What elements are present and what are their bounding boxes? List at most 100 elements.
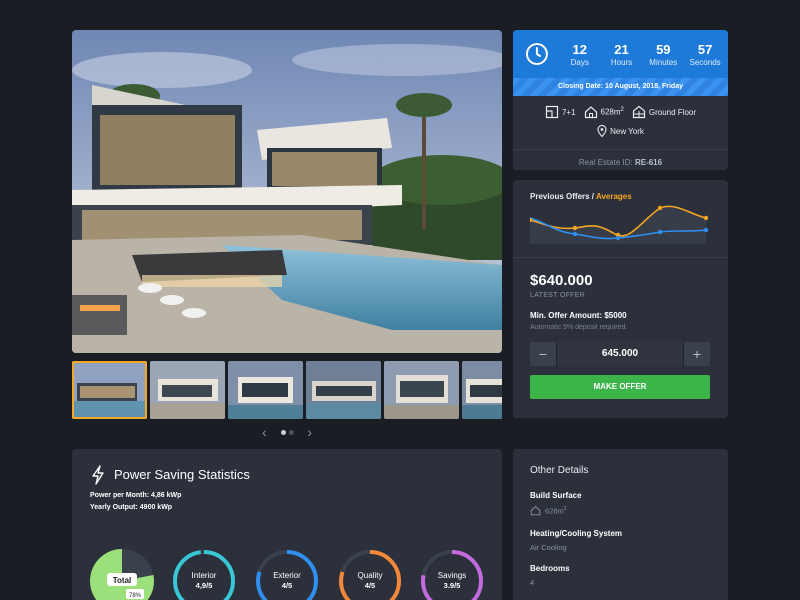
house-icon <box>530 505 541 516</box>
quality-value: 4/5 <box>365 581 375 590</box>
build-surface-unit-sup: 2 <box>563 505 567 512</box>
thumbnail-3[interactable] <box>228 361 303 419</box>
map-pin-icon <box>597 125 607 137</box>
floor-icon <box>632 105 645 119</box>
make-offer-button[interactable]: MAKE OFFER <box>530 375 710 399</box>
chevron-left-icon[interactable]: ‹ <box>262 425 267 439</box>
floor-feature: Ground Floor <box>632 105 696 119</box>
rooms-value: 7+1 <box>561 107 576 117</box>
countdown-minutes-label: Minutes <box>649 57 678 67</box>
countdown-seconds-value: 57 <box>697 41 713 57</box>
offers-sparkline <box>530 205 709 244</box>
floor-value: Ground Floor <box>648 107 697 117</box>
build-surface-value: 628m2 <box>530 505 567 516</box>
yearly-output: Yearly Output: 4900 kWp <box>90 504 173 511</box>
thumbnail-4[interactable] <box>306 361 381 419</box>
real-estate-id: Real Estate ID: RE-616 <box>513 149 728 167</box>
latest-offer-price: $640.000 <box>530 272 593 289</box>
villa-photo <box>72 30 502 353</box>
countdown-hours-value: 21 <box>614 41 629 57</box>
offer-amount-input[interactable]: 645.000 <box>556 342 684 366</box>
offers-heading-prefix: Previous Offers / <box>530 192 595 201</box>
house-icon <box>584 106 597 119</box>
gallery-pager: ‹ › <box>262 425 312 439</box>
location-value: New York <box>610 126 644 136</box>
countdown-days-label: Days <box>570 57 589 67</box>
build-surface-amount: 628m <box>545 506 564 516</box>
exterior-value: 4/5 <box>282 581 292 590</box>
lightning-icon <box>92 465 104 485</box>
thumbnail-6[interactable] <box>462 361 502 419</box>
savings-gauge: Savings 3.9/5 <box>421 550 483 600</box>
rooms-icon <box>545 105 559 119</box>
clock-icon <box>525 43 548 65</box>
offer-card: Previous Offers / Averages $640.000 LATE… <box>513 180 728 418</box>
offers-heading-averages: Averages <box>595 192 632 201</box>
countdown-days: 12 Days <box>561 42 599 67</box>
area-feature: 628m2 <box>584 105 624 119</box>
exterior-gauge: Exterior 4/5 <box>256 550 318 600</box>
bedrooms-value: 4 <box>530 578 535 587</box>
heating-label: Heating/Cooling System <box>530 529 623 538</box>
area-value: 628m2 <box>601 107 624 117</box>
chevron-right-icon[interactable]: › <box>307 425 312 439</box>
averages-point <box>657 205 663 211</box>
other-details-card: Other Details Build Surface 628m2 Heatin… <box>513 449 728 600</box>
min-offer-amount: Min. Offer Amount: $5000 <box>530 311 627 320</box>
countdown-days-value: 12 <box>572 41 587 57</box>
interior-value: 4,9/5 <box>196 581 213 590</box>
divider <box>513 257 728 258</box>
countdown-bar: 12 Days 21 Hours 59 Minutes 57 Seconds <box>513 30 728 78</box>
countdown-seconds: 57 Seconds <box>686 42 724 67</box>
offers-point <box>703 227 709 233</box>
averages-point <box>572 225 578 231</box>
power-saving-title: Power Saving Statistics <box>114 467 250 482</box>
build-surface-label: Build Surface <box>530 491 582 500</box>
countdown-minutes: 59 Minutes <box>644 42 682 67</box>
total-pie: Total 78% <box>90 549 154 600</box>
savings-value: 3.9/5 <box>444 581 461 590</box>
offers-point <box>657 229 663 235</box>
property-features: 7+1 628m2 Ground Floor <box>513 105 728 119</box>
location: New York <box>513 125 728 137</box>
decrease-button[interactable]: − <box>530 342 556 366</box>
averages-point <box>703 215 709 221</box>
build-surface-number: 628m2 <box>545 506 567 516</box>
real-estate-id-label: Real Estate ID: <box>578 158 633 167</box>
main-property-image[interactable] <box>72 30 502 353</box>
exterior-label: Exterior <box>273 571 301 580</box>
latest-offer-label: LATEST OFFER <box>530 292 586 299</box>
bedrooms-label: Bedrooms <box>530 564 570 573</box>
closing-date: Closing Date: 10 August, 2018, Friday <box>513 78 728 96</box>
power-per-month: Power per Month: 4,86 kWp <box>90 492 182 499</box>
total-value: 78% <box>129 593 142 599</box>
rooms-feature: 7+1 <box>545 105 576 119</box>
quality-label: Quality <box>358 571 383 580</box>
heating-value: Air Cooling <box>530 543 567 552</box>
other-details-title: Other Details <box>530 465 589 476</box>
deposit-note: Automatic 5% deposit required. <box>530 324 628 331</box>
offers-point <box>615 235 621 241</box>
countdown-card: 12 Days 21 Hours 59 Minutes 57 Seconds C… <box>513 30 728 170</box>
real-estate-id-value: RE-616 <box>634 158 663 167</box>
increase-button[interactable]: + <box>684 342 710 366</box>
pager-dot[interactable] <box>288 429 294 435</box>
area-number: 628m <box>600 107 621 117</box>
quality-gauge: Quality 4/5 <box>339 550 401 600</box>
area-unit-sup: 2 <box>620 107 624 114</box>
interior-gauge: Interior 4,9/5 <box>173 550 235 600</box>
countdown-hours: 21 Hours <box>603 42 641 67</box>
countdown-minutes-value: 59 <box>656 41 671 57</box>
total-label: Total <box>113 576 132 585</box>
thumbnail-2[interactable] <box>150 361 225 419</box>
countdown-hours-label: Hours <box>610 57 633 67</box>
savings-label: Savings <box>438 571 466 580</box>
offers-heading: Previous Offers / Averages <box>530 192 632 201</box>
offers-point <box>572 231 578 237</box>
interior-label: Interior <box>192 571 217 580</box>
power-saving-card: Power Saving Statistics Power per Month:… <box>72 449 502 600</box>
thumbnail-strip <box>72 361 502 419</box>
pager-dot[interactable] <box>280 429 286 435</box>
thumbnail-1[interactable] <box>72 361 147 419</box>
thumbnail-5[interactable] <box>384 361 459 419</box>
